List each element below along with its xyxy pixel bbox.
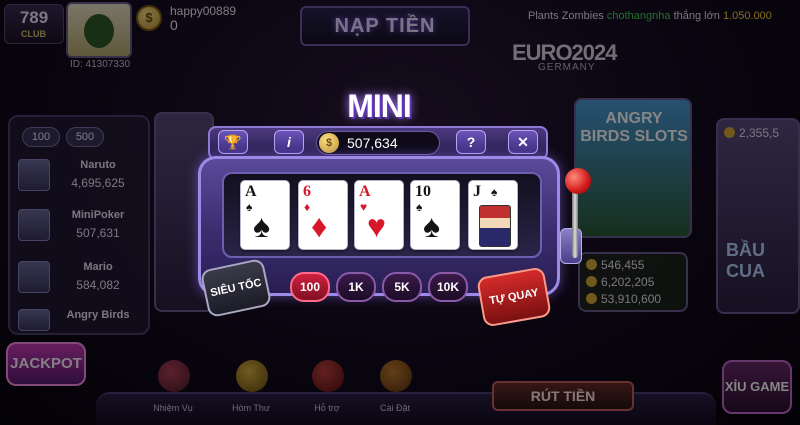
pot-value: 507,634 [347, 135, 398, 151]
close-button[interactable]: ✕ [508, 130, 538, 154]
playing-card: A ♥ ♥ [354, 180, 404, 250]
card-rank: 10 [415, 183, 431, 200]
playing-card: 6 ♦ ♦ [298, 180, 348, 250]
lever-rod[interactable] [572, 188, 578, 258]
mini-poker-title: MINI POKER [325, 88, 435, 164]
bet-100-button[interactable]: 100 [290, 272, 330, 302]
bet-10k-button[interactable]: 10K [428, 272, 468, 302]
heart-icon: ♥ [367, 208, 386, 244]
coin-icon: $ [319, 133, 339, 153]
jackpot-pot: $ 507,634 [316, 131, 440, 155]
card-suit-small: ♠ [246, 200, 253, 214]
mini-poker-window: MINI POKER 🏆 i $ 507,634 ? ✕ A ♠ ♠ 6 ♦ ♦… [0, 0, 800, 425]
app-screen: 789 CLUB ID: 41307330 $ happy00889 0 NẠP… [0, 0, 800, 425]
spade-icon: ♠ [423, 208, 440, 244]
info-button[interactable]: i [274, 130, 304, 154]
card-suit-small: ♦ [304, 200, 311, 214]
auto-spin-button[interactable]: TỰ QUAY [476, 266, 552, 328]
card-rank: J [473, 183, 481, 200]
card-rank: A [245, 183, 257, 200]
playing-card: A ♠ ♠ [240, 180, 290, 250]
card-suit-small: ♠ [491, 185, 498, 199]
card-rank: A [359, 183, 371, 200]
bet-1k-button[interactable]: 1K [336, 272, 376, 302]
bet-5k-button[interactable]: 5K [382, 272, 422, 302]
diamond-icon: ♦ [311, 208, 328, 244]
lever-base [560, 228, 582, 264]
spade-icon: ♠ [253, 208, 270, 244]
jack-face-icon [479, 205, 511, 247]
card-suit-small: ♠ [416, 200, 423, 214]
help-button[interactable]: ? [456, 130, 486, 154]
trophy-icon[interactable]: 🏆 [218, 130, 248, 154]
card-rank: 6 [303, 183, 311, 200]
lever-knob-icon[interactable] [565, 168, 591, 194]
playing-card: 10 ♠ ♠ [410, 180, 460, 250]
playing-card: J ♠ [468, 180, 518, 250]
